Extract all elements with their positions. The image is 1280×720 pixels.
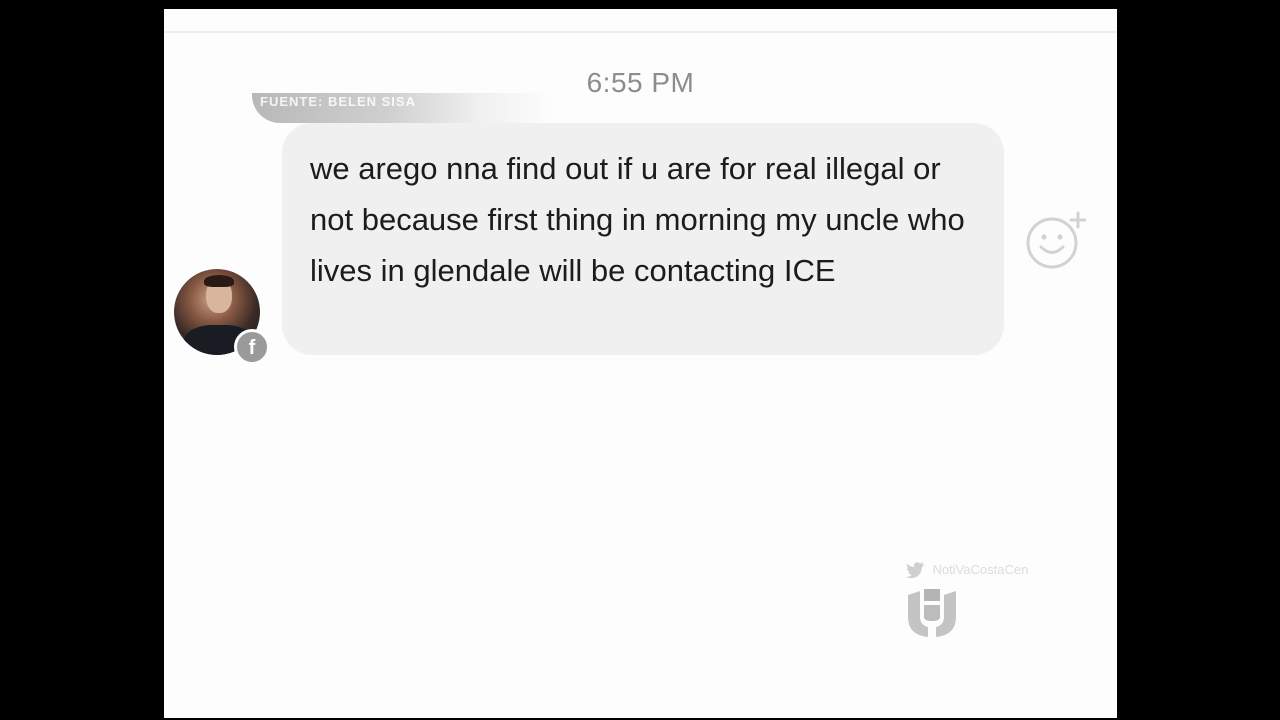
univision-watermark: NotiVaCostaCen	[906, 561, 1086, 651]
watermark-handle: NotiVaCostaCen	[932, 562, 1029, 578]
avatar-hair	[204, 275, 234, 287]
univision-logo-icon	[906, 587, 958, 639]
message-text: we arego nna find out if u are for real …	[310, 151, 965, 288]
twitter-bird-icon	[906, 561, 926, 578]
watermark-handle-row: NotiVaCostaCen	[906, 561, 1028, 579]
top-divider	[164, 31, 1117, 33]
source-banner: FUENTE: BELEN SISA	[252, 93, 552, 123]
source-label: FUENTE: BELEN SISA	[260, 94, 416, 109]
message-bubble[interactable]: we arego nna find out if u are for real …	[282, 123, 1004, 355]
add-reaction-icon[interactable]	[1026, 209, 1087, 269]
chat-screenshot-frame: 6:55 PM FUENTE: BELEN SISA f we arego nn…	[164, 9, 1117, 718]
facebook-icon: f	[234, 329, 270, 365]
